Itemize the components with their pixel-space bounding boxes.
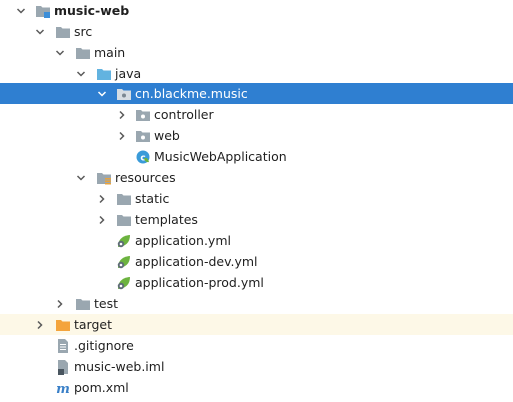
tree-item-label: src [74, 24, 93, 39]
tree-row-src[interactable]: src [0, 21, 513, 42]
spring-yml-icon [116, 254, 132, 270]
tree-item-label: target [74, 317, 113, 332]
chevron-right-icon[interactable] [33, 314, 47, 335]
tree-item-label: resources [115, 170, 176, 185]
tree-item-label: static [135, 191, 170, 206]
tree-row-gitignore[interactable]: .gitignore [0, 335, 513, 356]
folder-icon [116, 212, 132, 228]
tree-item-label: music-web.iml [74, 359, 165, 374]
tree-row-pom-xml[interactable]: m pom.xml [0, 377, 513, 398]
chevron-down-icon[interactable] [95, 83, 109, 104]
tree-row-music-web-iml[interactable]: music-web.iml [0, 356, 513, 377]
text-file-icon [55, 338, 71, 354]
folder-icon [55, 24, 71, 40]
folder-icon [116, 191, 132, 207]
package-icon [116, 86, 132, 102]
chevron-down-icon[interactable] [33, 21, 47, 42]
tree-row-web[interactable]: web [0, 125, 513, 146]
chevron-right-icon[interactable] [95, 209, 109, 230]
module-folder-icon [35, 3, 51, 19]
tree-item-label: music-web [54, 3, 130, 18]
source-root-folder-icon [96, 66, 112, 82]
chevron-down-icon[interactable] [14, 0, 28, 21]
svg-text:m: m [56, 382, 70, 396]
spring-yml-icon [116, 233, 132, 249]
tree-item-label: web [154, 128, 180, 143]
tree-row-test[interactable]: test [0, 293, 513, 314]
tree-row-main[interactable]: main [0, 42, 513, 63]
chevron-right-icon[interactable] [95, 188, 109, 209]
excluded-folder-icon [55, 317, 71, 333]
tree-row-controller[interactable]: controller [0, 104, 513, 125]
maven-icon: m [55, 380, 71, 396]
chevron-down-icon[interactable] [74, 63, 88, 84]
tree-row-resources[interactable]: resources [0, 167, 513, 188]
tree-item-label: MusicWebApplication [154, 149, 287, 164]
folder-icon [75, 45, 91, 61]
tree-row-package-cn-blackme-music[interactable]: cn.blackme.music [0, 83, 513, 104]
tree-row-music-web[interactable]: music-web [0, 0, 513, 21]
tree-item-label: application-prod.yml [135, 275, 264, 290]
resources-folder-icon [96, 170, 112, 186]
tree-row-java[interactable]: java [0, 63, 513, 84]
spring-yml-icon [116, 275, 132, 291]
tree-row-static[interactable]: static [0, 188, 513, 209]
tree-item-label: controller [154, 107, 214, 122]
tree-item-label: application.yml [135, 233, 231, 248]
tree-row-templates[interactable]: templates [0, 209, 513, 230]
tree-item-label: cn.blackme.music [135, 86, 248, 101]
tree-row-application-dev-yml[interactable]: application-dev.yml [0, 251, 513, 272]
tree-item-label: pom.xml [74, 380, 129, 395]
package-icon [135, 128, 151, 144]
spring-boot-class-icon: c [135, 149, 151, 165]
tree-item-label: application-dev.yml [135, 254, 258, 269]
chevron-down-icon[interactable] [53, 42, 67, 63]
tree-item-label: test [94, 296, 119, 311]
tree-row-application-prod-yml[interactable]: application-prod.yml [0, 272, 513, 293]
tree-item-label: templates [135, 212, 198, 227]
package-icon [135, 107, 151, 123]
tree-item-label: .gitignore [74, 338, 134, 353]
tree-row-music-web-application[interactable]: c MusicWebApplication [0, 146, 513, 167]
tree-item-label: java [115, 66, 142, 81]
tree-item-label: main [94, 45, 126, 60]
chevron-down-icon[interactable] [74, 167, 88, 188]
chevron-right-icon[interactable] [53, 293, 67, 314]
chevron-right-icon[interactable] [115, 104, 129, 125]
tree-row-target[interactable]: target [0, 314, 513, 335]
folder-icon [75, 296, 91, 312]
chevron-right-icon[interactable] [115, 125, 129, 146]
module-file-icon [55, 359, 71, 375]
tree-row-application-yml[interactable]: application.yml [0, 230, 513, 251]
